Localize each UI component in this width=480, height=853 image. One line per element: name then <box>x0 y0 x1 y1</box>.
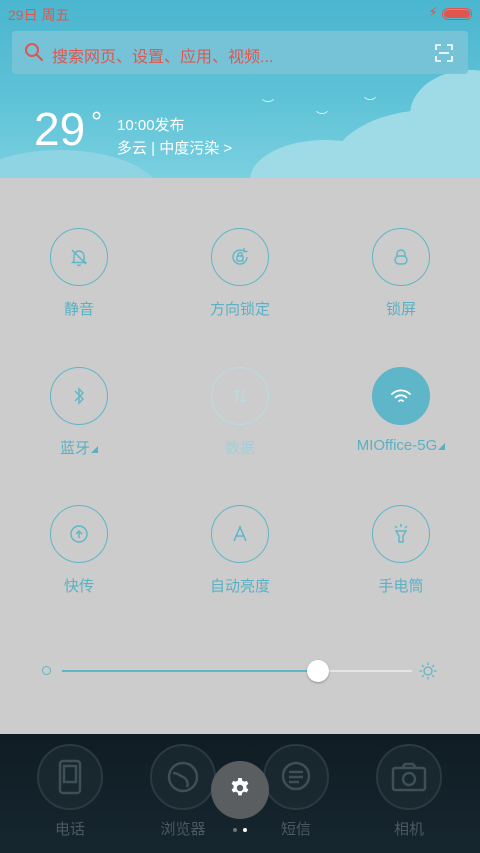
tile-label: 锁屏 <box>385 301 416 318</box>
app-name: 短信 <box>280 821 311 838</box>
page-indicator <box>233 828 249 832</box>
transfer-icon <box>50 505 108 563</box>
status-date: 29日 周五 <box>8 7 70 23</box>
tile-label: 手电筒 <box>378 578 424 595</box>
brightness-fill <box>62 670 318 672</box>
tile-label: 蓝牙 <box>19 437 139 458</box>
tile-mute[interactable]: 静音 <box>19 228 139 319</box>
search-bar[interactable]: 搜索网页、设置、应用、视频... <box>12 31 468 74</box>
weather-description[interactable]: 多云 | 中度污染 > <box>117 137 232 158</box>
status-bar: 29日 周五 ⚡ <box>0 0 480 28</box>
phone-icon <box>37 744 103 810</box>
page-dot <box>233 828 237 832</box>
temperature[interactable]: 29 <box>34 106 85 152</box>
bluetooth-icon <box>50 367 108 425</box>
scan-icon[interactable] <box>434 43 454 67</box>
tile-flashlight[interactable]: 手电筒 <box>341 505 461 596</box>
app-name: 浏览器 <box>160 821 206 838</box>
tile-quick-transfer[interactable]: 快传 <box>19 505 139 596</box>
gear-icon <box>228 776 252 804</box>
search-icon <box>24 42 44 66</box>
camera-icon <box>376 744 442 810</box>
tile-bluetooth[interactable]: 蓝牙 <box>19 367 139 458</box>
app-name: 电话 <box>54 821 85 838</box>
more-options-icon <box>91 446 98 453</box>
quick-settings-panel: 静音 方向锁定 锁屏 蓝牙 数据 MIOffice-5G 快传 自动亮度 手电筒 <box>0 178 480 734</box>
brightness-track[interactable] <box>62 670 412 672</box>
weather-header: ︶ ︶ ︶ 29日 周五 ⚡ 搜索网页、设置、应用、视频... 29 ° 10:… <box>0 0 480 178</box>
brightness-low-icon <box>42 666 51 675</box>
battery-icon <box>442 8 472 20</box>
charging-icon: ⚡ <box>428 5 438 21</box>
degree-symbol: ° <box>91 106 103 137</box>
app-camera[interactable]: 相机 <box>364 744 454 839</box>
bird-icon: ︶ <box>316 110 329 124</box>
more-options-icon <box>438 443 446 450</box>
brightness-slider[interactable] <box>40 658 440 684</box>
rotation-lock-icon <box>211 228 269 286</box>
tile-label: 静音 <box>63 301 94 318</box>
tile-label: MIOffice-5G <box>341 437 461 454</box>
wifi-icon <box>372 367 430 425</box>
weather-publish-time: 10:00发布 <box>117 117 185 134</box>
brightness-thumb[interactable] <box>306 660 329 682</box>
tile-wifi[interactable]: MIOffice-5G <box>341 367 461 454</box>
message-icon <box>263 744 329 810</box>
tile-label: 快传 <box>63 578 94 595</box>
bird-icon: ︶ <box>364 96 377 110</box>
search-placeholder: 搜索网页、设置、应用、视频... <box>52 49 274 66</box>
tile-auto-brightness[interactable]: 自动亮度 <box>180 505 300 596</box>
auto-brightness-icon <box>211 505 269 563</box>
bell-off-icon <box>50 228 108 286</box>
tile-lock-screen[interactable]: 锁屏 <box>341 228 461 319</box>
lock-icon <box>372 228 430 286</box>
browser-icon <box>150 744 216 810</box>
app-name: 相机 <box>393 821 424 838</box>
tile-label: 方向锁定 <box>209 301 270 318</box>
mobile-data-icon <box>211 367 269 425</box>
brightness-high-icon <box>418 661 438 685</box>
flashlight-icon <box>372 505 430 563</box>
tile-label: 数据 <box>224 440 255 457</box>
bird-icon: ︶ <box>262 98 275 112</box>
page-dot-active <box>243 828 247 832</box>
tile-mobile-data[interactable]: 数据 <box>180 367 300 458</box>
tile-rotation-lock[interactable]: 方向锁定 <box>180 228 300 319</box>
tile-label: 自动亮度 <box>209 578 270 595</box>
app-phone[interactable]: 电话 <box>25 744 115 839</box>
settings-button[interactable] <box>211 761 269 819</box>
